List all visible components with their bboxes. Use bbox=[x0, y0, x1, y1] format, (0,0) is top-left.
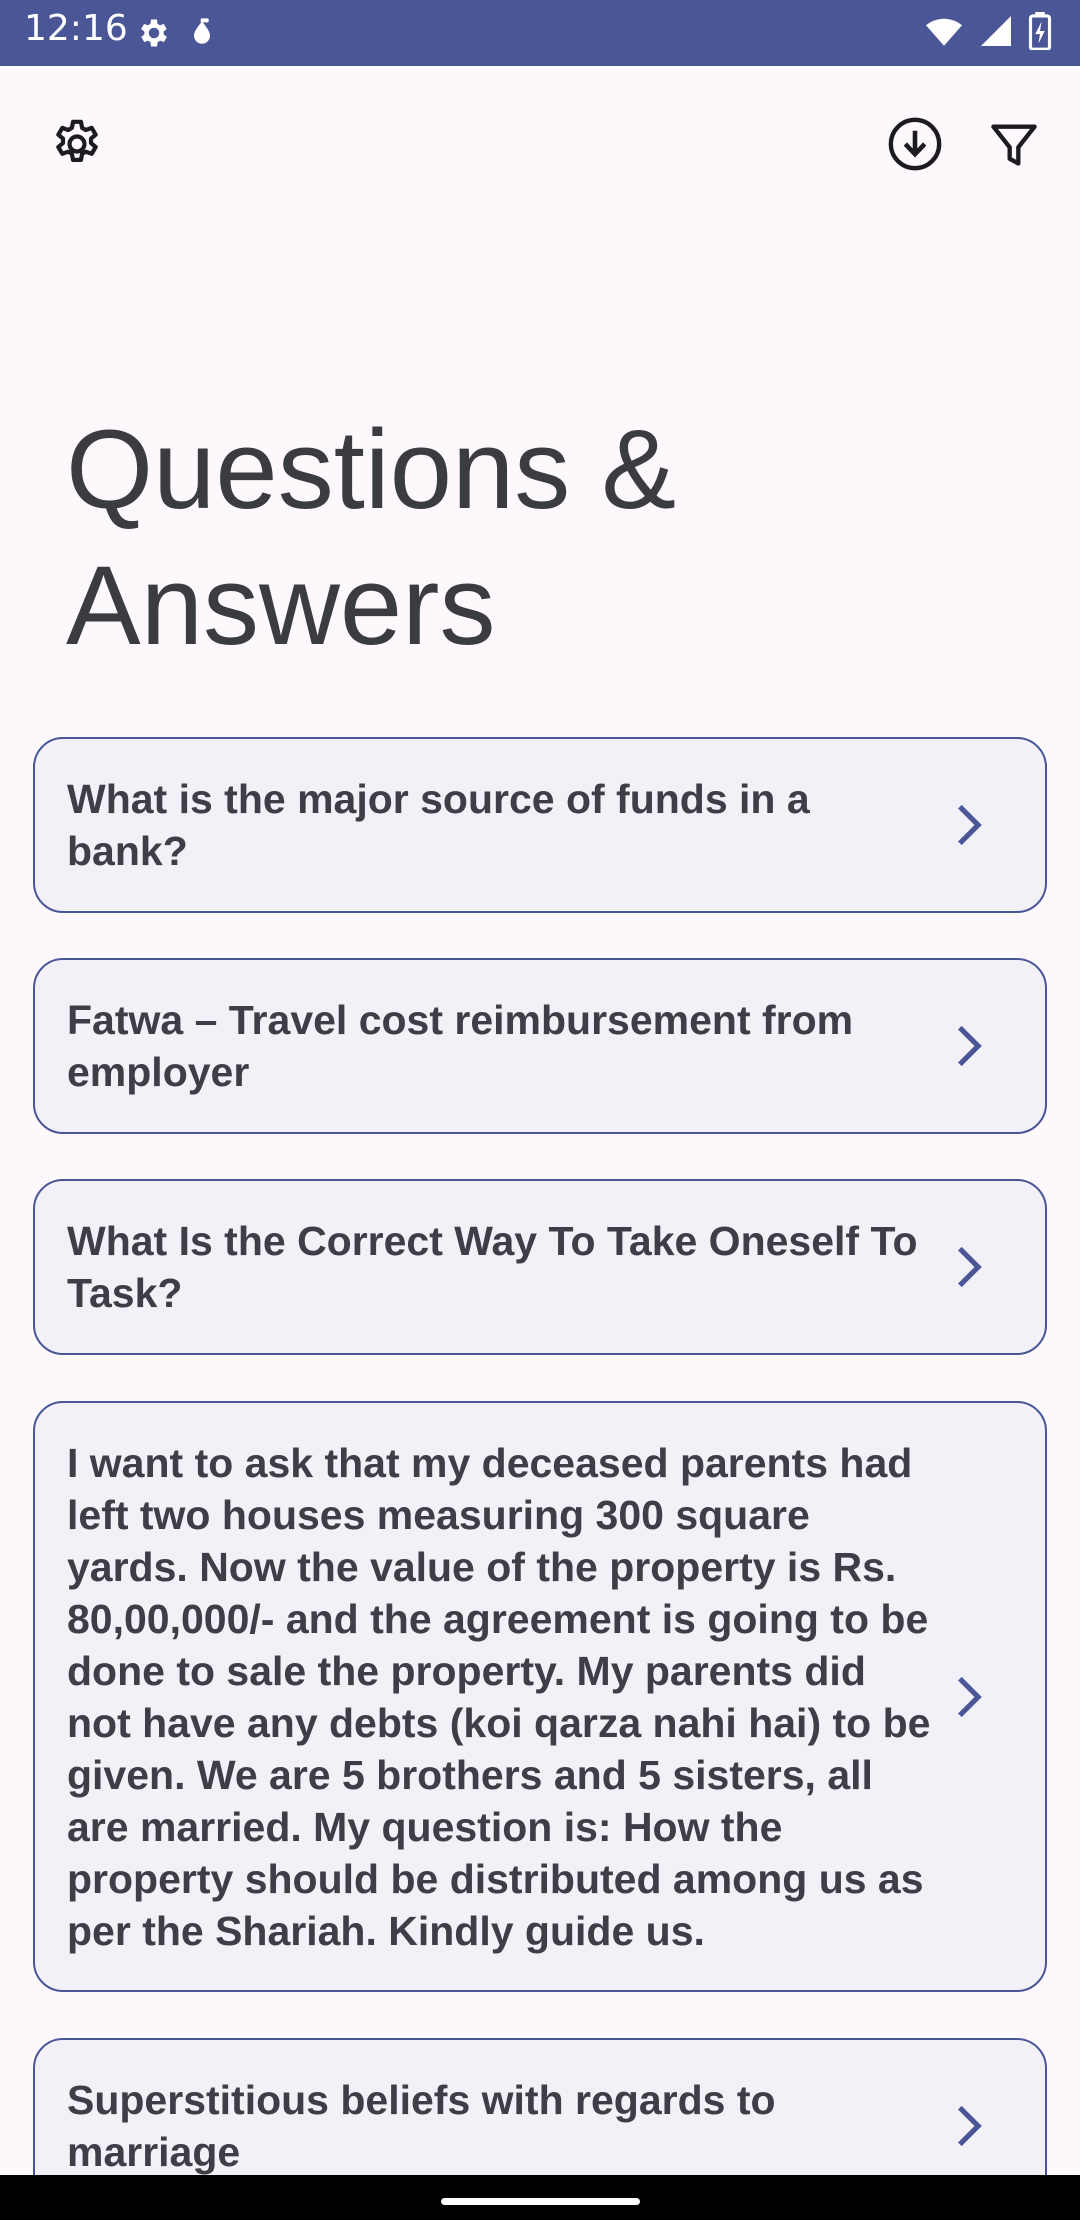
chevron-right-icon bbox=[958, 1025, 982, 1067]
gear-icon bbox=[141, 19, 167, 47]
filter-icon bbox=[991, 124, 1037, 166]
question-text: Superstitious beliefs with regards to ma… bbox=[67, 2077, 776, 2175]
status-left-icons bbox=[136, 15, 218, 51]
status-time: 12:16 bbox=[24, 8, 128, 49]
question-text: I want to ask that my deceased parents h… bbox=[67, 1439, 931, 1954]
question-text: What Is the Correct Way To Take Oneself … bbox=[67, 1218, 918, 1316]
chevron-right-icon bbox=[958, 1676, 982, 1717]
question-text: What is the major source of funds in a b… bbox=[67, 776, 810, 874]
navigation-bar bbox=[0, 2175, 1080, 2220]
question-card[interactable]: What Is the Correct Way To Take Oneself … bbox=[33, 1179, 1047, 1355]
settings-icon bbox=[56, 119, 98, 162]
chevron-right-icon bbox=[958, 2105, 982, 2147]
wifi-icon bbox=[926, 18, 962, 46]
status-right-icons bbox=[924, 12, 1052, 50]
filter-button[interactable] bbox=[978, 108, 1050, 180]
battery-charging-icon bbox=[1028, 12, 1052, 50]
drop-icon bbox=[194, 18, 210, 44]
status-bar: 12:16 bbox=[0, 0, 1080, 66]
download-icon bbox=[888, 117, 942, 171]
question-card[interactable]: What is the major source of funds in a b… bbox=[33, 737, 1047, 913]
question-text: Fatwa – Travel cost reimbursement from e… bbox=[67, 997, 854, 1095]
download-button[interactable] bbox=[879, 108, 951, 180]
question-card[interactable]: I want to ask that my deceased parents h… bbox=[33, 1401, 1047, 1992]
home-handle[interactable] bbox=[441, 2198, 640, 2205]
signal-icon bbox=[981, 16, 1011, 46]
page-title: Questions & Answers bbox=[66, 407, 677, 668]
chevron-right-icon bbox=[958, 1246, 982, 1288]
question-card[interactable]: Fatwa – Travel cost reimbursement from e… bbox=[33, 958, 1047, 1134]
settings-button[interactable] bbox=[41, 108, 113, 180]
chevron-right-icon bbox=[958, 804, 982, 846]
